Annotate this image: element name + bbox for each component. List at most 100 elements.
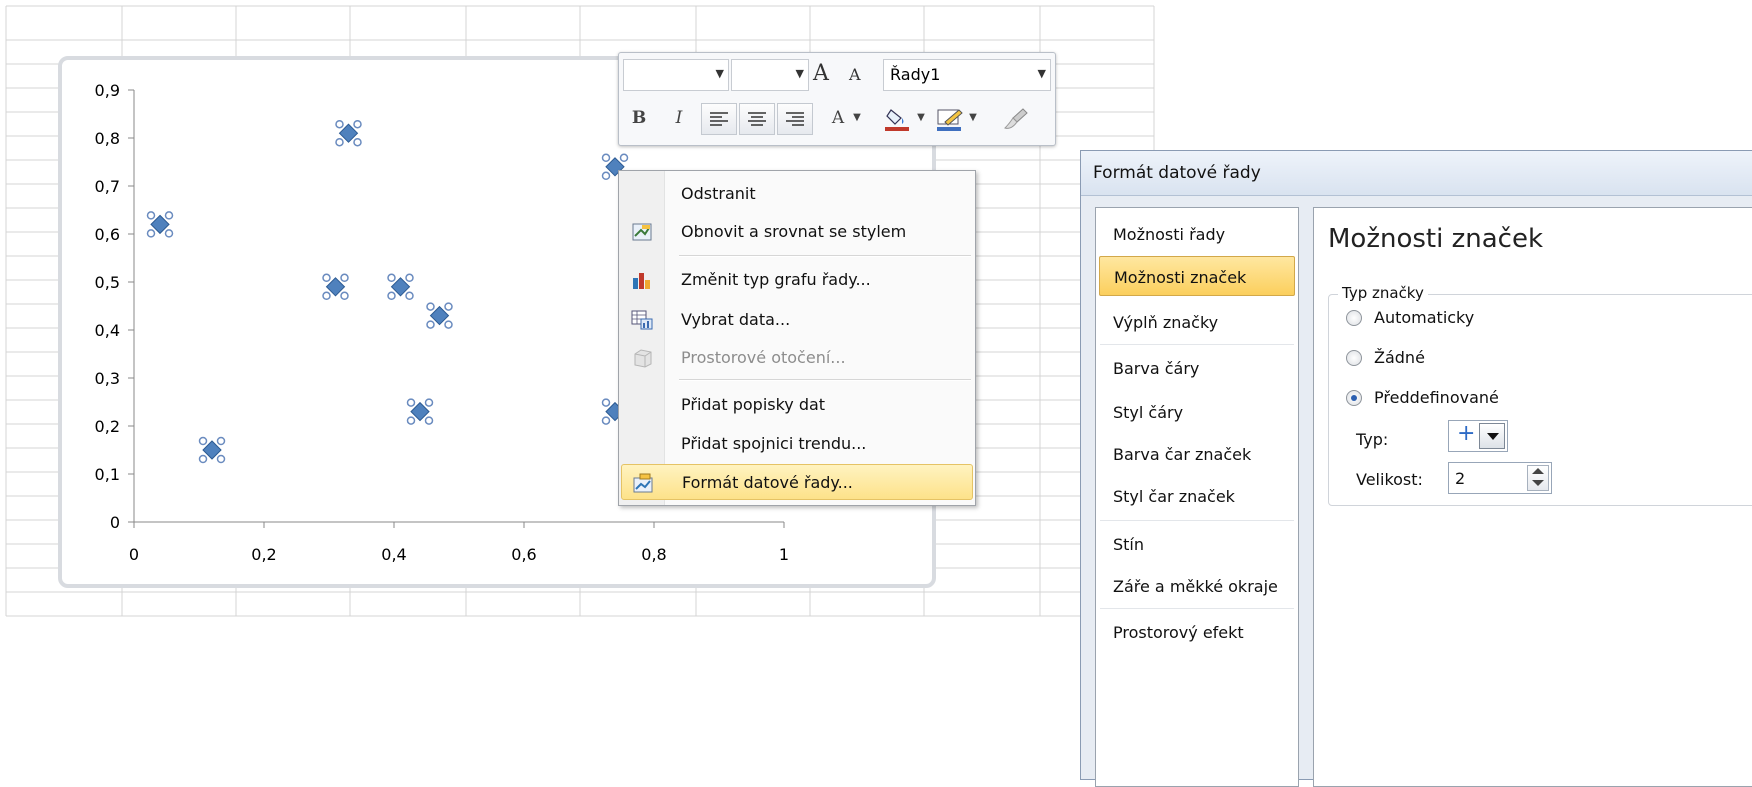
menu-item-reset-style[interactable]: Obnovit a srovnat se stylem — [621, 214, 973, 250]
menu-item-label: Vybrat data... — [681, 310, 791, 329]
menu-item-format-data-series[interactable]: Formát datové řady... — [621, 464, 973, 500]
format-series-icon — [633, 473, 653, 493]
radio-label: Automaticky — [1374, 308, 1475, 327]
dialog-nav: Možnosti řady Možnosti značek Výplň znač… — [1095, 207, 1299, 787]
y-tick-label: 0,5 — [95, 273, 120, 292]
italic-button[interactable]: I — [667, 103, 691, 135]
nav-item-line-style[interactable]: Styl čáry — [1099, 392, 1295, 432]
context-menu: Odstranit Obnovit a srovnat se stylem Zm… — [618, 170, 976, 506]
selection-handle — [601, 398, 611, 407]
menu-item-select-data[interactable]: Vybrat data... — [621, 302, 973, 338]
x-tick-label: 0,2 — [251, 545, 276, 564]
reset-style-icon — [632, 223, 652, 241]
nav-item-marker-line-style[interactable]: Styl čar značek — [1099, 476, 1295, 516]
radio-button-checked[interactable] — [1346, 390, 1362, 406]
marker-size-spinner[interactable]: 2 — [1448, 462, 1552, 494]
font-color-dropdown-icon[interactable]: ▼ — [851, 103, 863, 135]
outline-color-button[interactable] — [933, 103, 967, 135]
content-heading: Možnosti značek — [1328, 224, 1544, 254]
data-point — [387, 273, 414, 301]
radio-button[interactable] — [1346, 350, 1362, 366]
nav-item-label: Prostorový efekt — [1113, 623, 1244, 642]
align-right-button[interactable] — [777, 103, 813, 135]
nav-item-label: Barva čáry — [1113, 359, 1200, 378]
nav-item-3d-format[interactable]: Prostorový efekt — [1099, 612, 1295, 652]
select-data-icon — [631, 310, 653, 330]
spinner-buttons[interactable] — [1527, 465, 1549, 491]
nav-item-series-options[interactable]: Možnosti řady — [1099, 214, 1295, 254]
nav-separator — [1100, 520, 1294, 521]
x-tick-label: 0,4 — [381, 545, 406, 564]
y-tick-label: 0,4 — [95, 321, 120, 340]
nav-item-marker-fill[interactable]: Výplň značky — [1099, 302, 1295, 342]
y-tick-label: 0,3 — [95, 369, 120, 388]
marker-type-combo[interactable]: + — [1448, 420, 1508, 452]
nav-item-line-color[interactable]: Barva čáry — [1099, 348, 1295, 388]
grow-font-button[interactable]: A — [813, 61, 829, 86]
selection-handle — [601, 416, 611, 425]
data-point — [335, 119, 362, 147]
selection-handle — [387, 273, 396, 283]
align-right-icon — [786, 112, 804, 126]
menu-item-delete[interactable]: Odstranit — [621, 176, 973, 212]
data-point — [322, 273, 349, 301]
menu-item-label: Změnit typ grafu řady... — [681, 270, 871, 289]
y-tick-label: 0,8 — [95, 129, 120, 148]
align-center-icon — [748, 112, 766, 126]
selection-handle — [426, 320, 435, 329]
selection-handle — [335, 119, 344, 129]
nav-item-marker-options[interactable]: Možnosti značek — [1099, 256, 1295, 296]
selection-handle — [444, 302, 453, 311]
selection-handle — [335, 137, 344, 147]
menu-separator — [679, 255, 971, 257]
nav-item-label: Možnosti řady — [1113, 225, 1226, 244]
selection-handle — [198, 436, 208, 446]
menu-item-change-chart-type[interactable]: Změnit typ grafu řady... — [621, 262, 973, 298]
selection-handle — [406, 416, 416, 425]
font-size-combo[interactable]: ▼ — [731, 59, 809, 91]
menu-separator — [679, 379, 971, 381]
bold-button[interactable]: B — [627, 103, 651, 135]
align-center-button[interactable] — [739, 103, 775, 135]
menu-item-label: Přidat popisky dat — [681, 395, 826, 414]
x-tick-label: 0,6 — [511, 545, 536, 564]
font-color-button[interactable]: A — [825, 103, 851, 135]
outline-color-dropdown-icon[interactable]: ▼ — [967, 103, 979, 135]
nav-item-label: Možnosti značek — [1114, 268, 1247, 287]
nav-item-shadow[interactable]: Stín — [1099, 524, 1295, 564]
data-point — [406, 398, 434, 425]
data-point — [426, 302, 453, 329]
align-left-button[interactable] — [701, 103, 737, 135]
nav-item-label: Výplň značky — [1113, 313, 1219, 332]
font-family-combo[interactable]: ▼ — [623, 59, 729, 91]
selection-handle — [353, 119, 362, 129]
nav-item-label: Styl čáry — [1113, 403, 1184, 422]
shrink-font-button[interactable]: A — [849, 65, 861, 84]
selection-handle — [340, 291, 349, 301]
format-painter-button[interactable] — [999, 103, 1033, 135]
selection-handle — [322, 273, 331, 283]
nav-item-marker-line-color[interactable]: Barva čar značek — [1099, 434, 1295, 474]
series-selector-value: Řady1 — [890, 65, 941, 84]
radio-button[interactable] — [1346, 310, 1362, 326]
selection-handle — [424, 416, 434, 425]
format-data-series-dialog: Formát datové řady Možnosti řady Možnost… — [1080, 150, 1752, 787]
dialog-title-bar[interactable]: Formát datové řady — [1081, 151, 1752, 196]
fill-color-button[interactable] — [881, 103, 915, 135]
series-selector[interactable]: Řady1 ▼ — [883, 59, 1051, 91]
dialog-content: Možnosti značek Typ značky Automaticky Ž… — [1313, 207, 1752, 787]
nav-item-label: Záře a měkké okraje — [1113, 577, 1278, 596]
selection-handle — [601, 153, 611, 163]
marker-size-value: 2 — [1455, 469, 1466, 488]
menu-item-add-data-labels[interactable]: Přidat popisky dat — [621, 387, 973, 423]
y-tick-label: 0,1 — [95, 465, 120, 484]
selection-handle — [216, 436, 226, 446]
fill-color-dropdown-icon[interactable]: ▼ — [915, 103, 927, 135]
y-tick-label: 0 — [110, 513, 120, 532]
y-tick-label: 0,9 — [95, 81, 120, 100]
dropdown-arrow-icon[interactable] — [1479, 423, 1505, 449]
selection-handle — [340, 273, 349, 283]
selection-handle — [601, 171, 611, 181]
menu-item-add-trendline[interactable]: Přidat spojnici trendu... — [621, 426, 973, 462]
nav-item-glow-soft-edges[interactable]: Záře a měkké okraje — [1099, 566, 1295, 606]
